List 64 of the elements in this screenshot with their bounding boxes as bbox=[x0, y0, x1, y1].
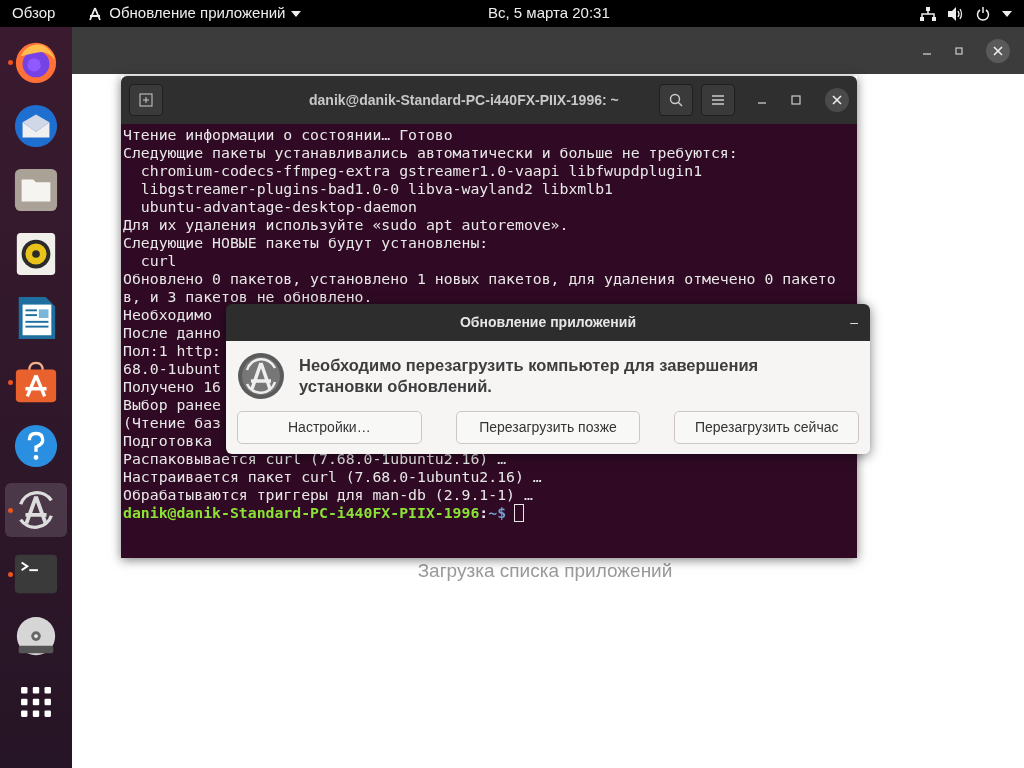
terminal-line: Следующие пакеты устанавливались автоматически и больше не требуются: bbox=[123, 144, 738, 162]
caret-icon[interactable] bbox=[1002, 10, 1012, 17]
help-icon bbox=[13, 423, 59, 469]
terminal-line: libgstreamer-plugins-bad1.0-0 libva-wayland2 libxmlb1 bbox=[139, 180, 613, 198]
running-indicator bbox=[8, 60, 13, 65]
prompt-user: danik@danik-Standard-PC-i440FX-PIIX-1996 bbox=[123, 504, 480, 522]
close-icon bbox=[993, 45, 1003, 56]
caret-icon bbox=[291, 10, 302, 17]
dialog-title: Обновление приложений bbox=[459, 313, 637, 332]
dialog-message: Необходимо перезагрузить компьютер для завершения установки обновлений. bbox=[299, 355, 760, 397]
search-button[interactable] bbox=[659, 84, 693, 116]
terminal-line: ubuntu-advantage-desktop-daemon bbox=[139, 198, 417, 216]
dialog-button[interactable]: Перезагрузить позже bbox=[455, 411, 641, 444]
terminal-line: Следующие НОВЫЕ пакеты будут установлены: bbox=[123, 234, 489, 252]
network-icon[interactable] bbox=[920, 6, 936, 21]
window-title: danik@danik-Standard-PC-i440FX-PIIX-1996: ~ bbox=[309, 90, 619, 110]
volume-icon[interactable] bbox=[948, 6, 964, 21]
terminal-line: Пол:1 http: bbox=[123, 342, 221, 360]
minimize-button[interactable]: – bbox=[850, 312, 858, 333]
terminal-line: Настраивается пакет curl (7.68.0-1ubuntu2.16) … bbox=[123, 468, 542, 486]
terminal-line: (Чтение баз bbox=[123, 414, 221, 432]
terminal-line: chromium-codecs-ffmpeg-extra gstreamer1.0-vaapi libfwupdplugin1 bbox=[139, 162, 703, 180]
cursor bbox=[514, 504, 525, 522]
activities-button[interactable]: Обзор bbox=[12, 2, 56, 25]
close-icon bbox=[832, 95, 842, 105]
terminal-line: После данно bbox=[123, 324, 221, 342]
app-menu[interactable]: Обновление приложений bbox=[87, 2, 302, 25]
maximize-icon[interactable] bbox=[791, 95, 801, 105]
prompt-path: ~$ bbox=[488, 504, 507, 522]
close-button[interactable] bbox=[825, 88, 849, 112]
app-grid-icon bbox=[20, 686, 52, 718]
terminal-line: Обновлено 0 пакетов, установлено 1 новых пакетов, для удаления отмечено 0 пакето bbox=[123, 270, 836, 288]
update-icon bbox=[237, 352, 285, 400]
terminal-line: 68.0-1ubunt bbox=[123, 360, 221, 378]
power-icon[interactable] bbox=[976, 6, 990, 21]
maximize-icon[interactable] bbox=[954, 45, 964, 56]
terminal-line: Получено 16 bbox=[123, 378, 221, 396]
terminal-line: Подготовка bbox=[123, 432, 213, 450]
terminal-line: Обрабатываются триггеры для man-db (2.9.1-1) … bbox=[123, 486, 533, 504]
new-tab-button[interactable] bbox=[129, 84, 163, 116]
running-indicator bbox=[8, 508, 13, 513]
shopping-bag-icon bbox=[13, 359, 59, 405]
terminal-line: Для их удаления используйте «sudo apt autoremove». bbox=[123, 216, 569, 234]
new-tab-icon bbox=[139, 93, 153, 107]
dialog-button[interactable]: Перезагрузить сейчас bbox=[674, 411, 859, 444]
close-button[interactable] bbox=[986, 38, 1010, 63]
dialog-button[interactable]: Настройки… bbox=[237, 411, 422, 444]
dock-item[interactable] bbox=[5, 483, 67, 537]
menu-icon bbox=[712, 95, 724, 105]
terminal-line: curl bbox=[139, 252, 177, 270]
terminal-line: Чтение информации о состоянии… Готово bbox=[123, 126, 453, 144]
clock[interactable]: Вс, 5 марта 20:31 bbox=[488, 2, 610, 25]
running-indicator bbox=[8, 572, 13, 577]
running-indicator bbox=[8, 380, 13, 385]
search-icon bbox=[669, 93, 683, 107]
mail-icon bbox=[13, 103, 59, 149]
menu-button[interactable] bbox=[701, 84, 735, 116]
terminal-line: в, и 3 пакетов не обновлено. bbox=[123, 288, 373, 306]
terminal-line: Необходимо bbox=[123, 306, 213, 324]
terminal-line: Выбор ранее bbox=[123, 396, 221, 414]
update-icon bbox=[87, 5, 104, 22]
loading-text: Загрузка списка приложений bbox=[417, 559, 673, 583]
prompt-separator: : bbox=[479, 504, 489, 522]
folder-icon bbox=[13, 167, 59, 213]
